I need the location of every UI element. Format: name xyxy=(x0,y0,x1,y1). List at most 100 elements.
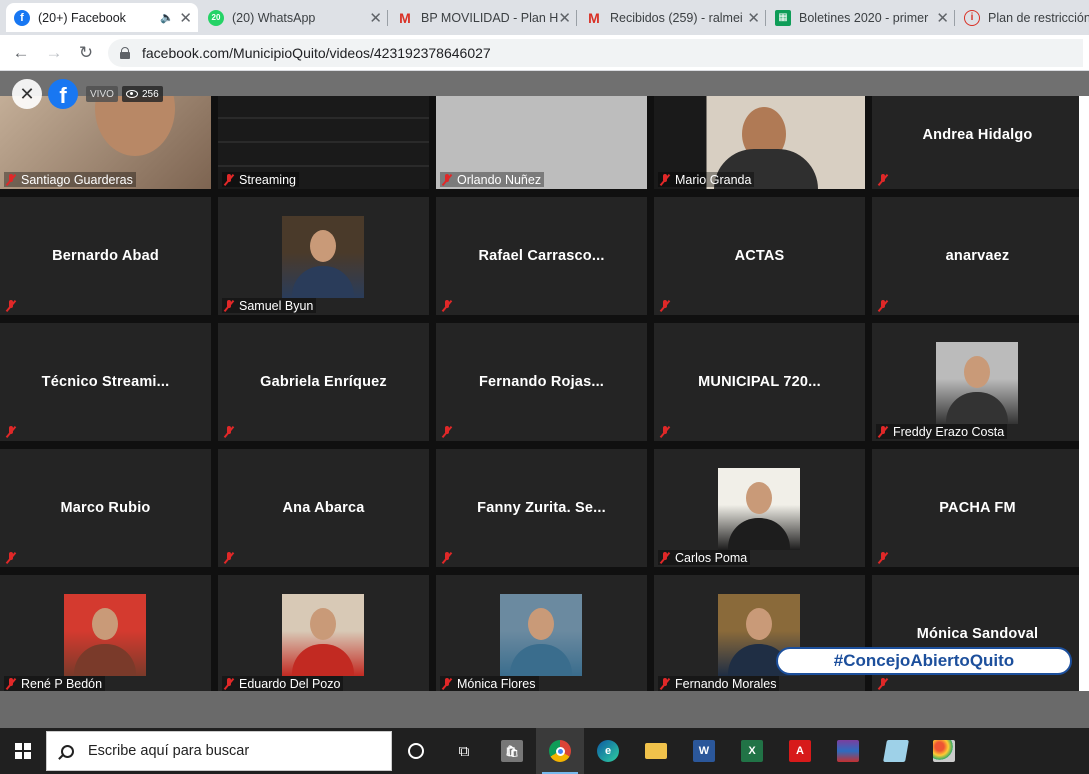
participant-tile: Gabriela Enríquez xyxy=(218,323,429,441)
viewer-count-badge: 256 xyxy=(122,86,163,102)
participant-display-name: Fanny Zurita. Se... xyxy=(477,500,606,516)
tab-boletines[interactable]: ▦ Boletines 2020 - primer ✕ xyxy=(767,3,955,32)
acrobat-icon[interactable]: A xyxy=(776,728,824,774)
taskbar-search-box[interactable]: Escribe aquí para buscar xyxy=(46,731,392,771)
participant-tile: Marco Rubio xyxy=(0,449,211,567)
participant-name: René P Bedón xyxy=(21,676,103,691)
participant-tile: Mario Granda xyxy=(654,96,865,189)
participant-name-label: Santiago Guarderas xyxy=(4,172,136,187)
muted-mic-icon xyxy=(223,551,235,564)
store-icon[interactable]: 🛍 xyxy=(488,728,536,774)
tab-facebook[interactable]: f (20+) Facebook 🔈 ✕ xyxy=(6,3,198,32)
close-tab-icon[interactable]: ✕ xyxy=(747,9,760,27)
participant-display-name: Fernando Rojas... xyxy=(478,374,605,390)
whatsapp-icon: 20 xyxy=(208,9,224,26)
muted-mic-icon xyxy=(659,173,671,186)
word-icon[interactable]: W xyxy=(680,728,728,774)
participant-name-label xyxy=(440,550,460,565)
participant-name-label: Carlos Poma xyxy=(658,550,751,565)
close-tab-icon[interactable]: ✕ xyxy=(369,9,382,27)
participant-name-label xyxy=(4,424,24,439)
participant-name: Fernando Morales xyxy=(675,676,777,691)
muted-mic-icon xyxy=(659,677,671,690)
participant-name-label xyxy=(222,550,242,565)
close-video-icon[interactable]: ✕ xyxy=(12,79,42,109)
video-bottom-strip xyxy=(0,691,1089,728)
url-field[interactable]: facebook.com/MunicipioQuito/videos/42319… xyxy=(108,39,1083,67)
participant-name: Freddy Erazo Costa xyxy=(893,424,1005,439)
muted-mic-icon xyxy=(223,299,235,312)
muted-mic-icon xyxy=(5,425,17,438)
participant-name-label xyxy=(876,172,896,187)
sheets-icon: ▦ xyxy=(775,9,791,26)
tab-title: Boletines 2020 - primer xyxy=(799,10,929,25)
participant-name-label: René P Bedón xyxy=(4,676,106,691)
browser-tab-bar: f (20+) Facebook 🔈 ✕ 20 (20) WhatsApp ✕ … xyxy=(0,0,1089,35)
windows-logo-icon xyxy=(15,743,31,759)
participant-name-label xyxy=(876,550,896,565)
edge-icon[interactable]: e xyxy=(584,728,632,774)
participant-display-name: Gabriela Enríquez xyxy=(260,374,387,390)
chrome-icon[interactable] xyxy=(536,728,584,774)
muted-mic-icon xyxy=(659,425,671,438)
tab-separator xyxy=(387,10,388,26)
participant-name-label: Eduardo Del Pozo xyxy=(222,676,344,691)
gmail-icon: M xyxy=(399,9,411,26)
close-tab-icon[interactable]: ✕ xyxy=(179,9,192,27)
participant-tile: anarvaez xyxy=(872,197,1079,315)
participant-name-label: Streaming xyxy=(222,172,299,187)
cortana-icon[interactable] xyxy=(392,728,440,774)
eye-icon xyxy=(126,90,138,98)
winrar-icon[interactable] xyxy=(824,728,872,774)
muted-mic-icon xyxy=(877,551,889,564)
participant-grid: Santiago Guarderas Streaming Orlando Nuñez… xyxy=(0,96,1079,691)
live-badge: VIVO xyxy=(86,86,118,102)
muted-mic-icon xyxy=(223,173,235,186)
tab-whatsapp[interactable]: 20 (20) WhatsApp ✕ xyxy=(200,3,388,32)
info-icon: i xyxy=(964,9,980,26)
participant-display-name: Rafael Carrasco... xyxy=(478,248,605,264)
participant-name-label xyxy=(658,424,678,439)
lock-icon[interactable] xyxy=(120,47,130,59)
viewer-count: 256 xyxy=(142,88,159,100)
tab-title: (20) WhatsApp xyxy=(232,10,316,25)
participant-name: Mario Granda xyxy=(675,172,752,187)
tab-title: Plan de restricción xyxy=(988,10,1089,25)
reload-icon[interactable]: ↻ xyxy=(74,41,98,65)
facebook-logo-icon: f xyxy=(48,79,78,109)
tab-recibidos[interactable]: M Recibidos (259) - ralmei ✕ xyxy=(578,3,766,32)
participant-name: Streaming xyxy=(239,172,296,187)
gmail-icon: M xyxy=(588,9,600,26)
participant-name-label xyxy=(440,298,460,313)
muted-mic-icon xyxy=(223,677,235,690)
muted-mic-icon xyxy=(5,299,17,312)
participant-display-name: Marco Rubio xyxy=(60,500,151,516)
close-tab-icon[interactable]: ✕ xyxy=(936,9,949,27)
task-view-icon[interactable]: ⧉ xyxy=(440,728,488,774)
participant-photo xyxy=(282,216,364,298)
participant-photo xyxy=(936,342,1018,424)
notes-icon[interactable] xyxy=(872,728,920,774)
participant-tile: René P Bedón xyxy=(0,575,211,691)
participant-display-name: Andrea Hidalgo xyxy=(922,127,1033,143)
close-tab-icon[interactable]: ✕ xyxy=(558,9,571,27)
participant-tile: MUNICIPAL 720... xyxy=(654,323,865,441)
paint-icon[interactable] xyxy=(920,728,968,774)
file-explorer-icon[interactable] xyxy=(632,728,680,774)
participant-tile: Mónica Flores xyxy=(436,575,647,691)
participant-tile: Fanny Zurita. Se... xyxy=(436,449,647,567)
muted-mic-icon xyxy=(659,299,671,312)
hashtag-banner: #ConcejoAbiertoQuito xyxy=(776,647,1072,675)
audio-icon[interactable]: 🔈 xyxy=(160,11,174,24)
tab-plan-restriccion[interactable]: i Plan de restricción xyxy=(956,3,1089,32)
forward-arrow-icon[interactable]: → xyxy=(42,41,66,65)
back-arrow-icon[interactable]: ← xyxy=(9,41,33,65)
excel-icon[interactable]: X xyxy=(728,728,776,774)
participant-photo xyxy=(500,594,582,676)
tab-bp-movilidad[interactable]: M BP MOVILIDAD - Plan H ✕ xyxy=(389,3,577,32)
start-button[interactable] xyxy=(0,728,46,774)
participant-tile: Ana Abarca xyxy=(218,449,429,567)
tab-title: Recibidos (259) - ralmei xyxy=(610,10,743,25)
video-player[interactable]: Santiago Guarderas Streaming Orlando Nuñez… xyxy=(0,71,1089,728)
participant-tile: Samuel Byun xyxy=(218,197,429,315)
